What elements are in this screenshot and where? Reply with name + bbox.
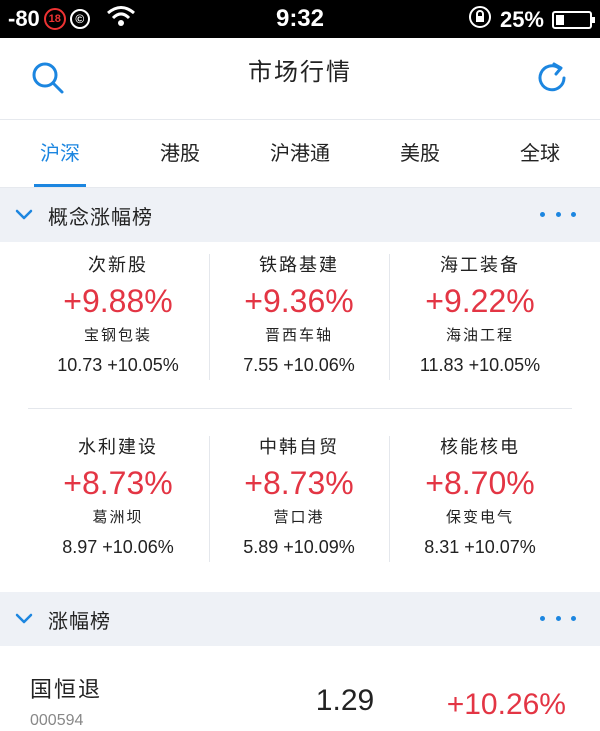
status-right: 25% (468, 5, 595, 35)
battery-percent: 25% (499, 7, 544, 32)
tab-shanghai-shenzhen[interactable]: 沪深 (0, 120, 120, 187)
refresh-icon (538, 62, 566, 92)
more-dot (571, 615, 576, 621)
leading-stock: 营口港 (273, 509, 325, 526)
leading-stock-change: +10.05% (468, 355, 541, 375)
more-dot (540, 211, 545, 217)
leading-stock: 葛洲坝 (92, 509, 144, 526)
battery-level (556, 15, 564, 25)
concept-card[interactable]: 水利建设 +8.73% 葛洲坝 8.97 +10.06% (28, 432, 208, 562)
concept-name: 海工装备 (440, 255, 520, 275)
leading-stock-change: +10.06% (102, 537, 174, 557)
more-dot (540, 615, 545, 621)
leading-stock: 保变电气 (445, 509, 514, 526)
more-dot (555, 211, 561, 217)
concept-name: 次新股 (88, 255, 148, 275)
stock-price: 1.29 (315, 684, 375, 717)
tab-hong-kong[interactable]: 港股 (120, 120, 240, 187)
page-title: 市场行情 (248, 59, 352, 86)
chevron-down-icon (15, 613, 33, 624)
leading-stock-change: +10.05% (107, 355, 179, 375)
concept-section-title: 概念涨幅榜 (48, 206, 153, 229)
more-dot (555, 615, 561, 621)
tab-us-stocks[interactable]: 美股 (360, 120, 480, 187)
rotation-lock-icon (468, 5, 492, 35)
gainers-section-header: 涨幅榜 (0, 592, 600, 646)
concept-card[interactable]: 次新股 +9.88% 宝钢包装 10.73 +10.05% (28, 250, 208, 380)
stock-code: 000594 (30, 712, 84, 729)
concept-grid: 次新股 +9.88% 宝钢包装 10.73 +10.05% 铁路基建 +9.36… (0, 242, 600, 590)
leading-stock-quote: 8.97 +10.06% (28, 532, 208, 562)
leading-stock-price: 5.89 (243, 537, 279, 557)
concept-section-header: 概念涨幅榜 (0, 188, 600, 242)
concept-name: 核能核电 (440, 437, 520, 457)
concept-name: 水利建设 (78, 437, 158, 457)
concept-change: +8.73% (63, 465, 173, 501)
leading-stock-price: 8.97 (62, 537, 98, 557)
status-bar: -80 18 © 9:32 25% (0, 0, 600, 38)
row-divider (28, 408, 572, 409)
leading-stock-quote: 10.73 +10.05% (28, 350, 208, 380)
concept-change: +9.22% (425, 283, 535, 319)
leading-stock: 宝钢包装 (83, 327, 152, 344)
gainers-section-title: 涨幅榜 (48, 610, 111, 633)
tab-global[interactable]: 全球 (480, 120, 600, 187)
leading-stock-price: 11.83 (419, 355, 464, 375)
leading-stock-change: +10.09% (283, 537, 355, 557)
concept-name: 中韩自贸 (259, 437, 339, 457)
battery-icon (552, 11, 595, 29)
concept-name: 铁路基建 (259, 255, 339, 275)
leading-stock-price: 7.55 (243, 355, 279, 375)
concept-card[interactable]: 铁路基建 +9.36% 晋西车轴 7.55 +10.06% (209, 250, 389, 380)
concept-card[interactable]: 核能核电 +8.70% 保变电气 8.31 +10.07% (390, 432, 570, 562)
concept-change: +9.36% (244, 283, 354, 319)
gainers-more-button[interactable] (540, 608, 576, 628)
concept-change: +8.70% (425, 465, 535, 501)
chevron-down-icon (15, 209, 33, 220)
market-tabs: 沪深 港股 沪港通 美股 全球 (0, 120, 600, 188)
collapse-gainers-button[interactable] (0, 592, 48, 646)
collapse-concept-button[interactable] (0, 188, 48, 242)
stock-change: +10.26% (446, 688, 566, 721)
concept-more-button[interactable] (540, 204, 576, 224)
leading-stock-quote: 7.55 +10.06% (209, 350, 389, 380)
stock-name: 国恒退 (30, 677, 103, 702)
leading-stock-price: 8.31 (424, 537, 460, 557)
stock-row[interactable]: 国恒退 000594 1.29 +10.26% (0, 646, 600, 731)
concept-card[interactable]: 海工装备 +9.22% 海油工程 11.83 +10.05% (390, 250, 570, 380)
concept-change: +9.88% (63, 283, 173, 319)
leading-stock-quote: 5.89 +10.09% (209, 532, 389, 562)
leading-stock-change: +10.06% (283, 355, 355, 375)
refresh-button[interactable] (532, 58, 572, 98)
concept-card[interactable]: 中韩自贸 +8.73% 营口港 5.89 +10.09% (209, 432, 389, 562)
leading-stock: 海油工程 (445, 327, 514, 344)
leading-stock: 晋西车轴 (264, 327, 333, 344)
leading-stock-price: 10.73 (57, 355, 103, 375)
more-dot (571, 211, 576, 217)
app-header: 市场行情 (0, 38, 600, 120)
leading-stock-quote: 11.83 +10.05% (390, 350, 570, 380)
concept-change: +8.73% (244, 465, 354, 501)
leading-stock-change: +10.07% (464, 537, 536, 557)
leading-stock-quote: 8.31 +10.07% (390, 532, 570, 562)
tab-stock-connect[interactable]: 沪港通 (240, 120, 360, 187)
